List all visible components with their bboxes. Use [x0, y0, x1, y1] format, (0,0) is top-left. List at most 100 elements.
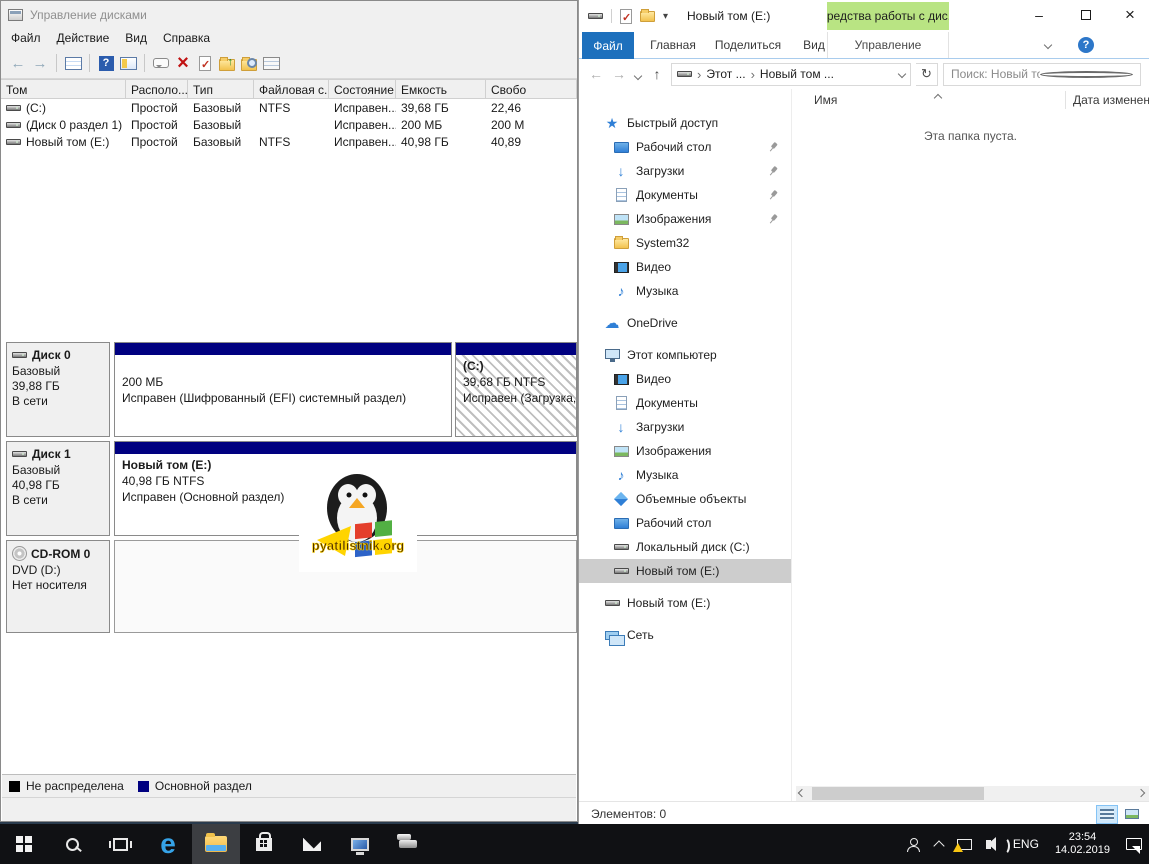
nav-system32[interactable]: System32 — [579, 231, 791, 255]
table-row[interactable]: (Диск 0 раздел 1) Простой Базовый Исправ… — [1, 116, 577, 133]
table-row[interactable]: Новый том (E:) Простой Базовый NTFS Испр… — [1, 133, 577, 150]
edge-button[interactable] — [144, 824, 192, 864]
column-status[interactable]: Состояние — [329, 80, 396, 98]
nav-pictures[interactable]: Изображения — [579, 439, 791, 463]
help-icon[interactable] — [95, 52, 117, 74]
start-button[interactable] — [0, 824, 48, 864]
forward-icon[interactable]: → — [610, 66, 628, 82]
close-button[interactable]: × — [1110, 0, 1149, 30]
back-icon[interactable]: ← — [587, 66, 605, 82]
task-view-button[interactable] — [96, 824, 144, 864]
nav-new-volume-e[interactable]: Новый том (E:) — [579, 591, 791, 615]
horizontal-scrollbar[interactable] — [796, 786, 1149, 801]
disk-1-label[interactable]: Диск 1 Базовый 40,98 ГБ В сети — [6, 441, 110, 536]
properties-icon[interactable] — [260, 52, 282, 74]
disk-0-label[interactable]: Диск 0 Базовый 39,88 ГБ В сети — [6, 342, 110, 437]
search-icon[interactable] — [1040, 71, 1133, 78]
address-bar[interactable]: › Этот ... › Новый том ... — [671, 63, 911, 86]
disk-management-button[interactable] — [384, 824, 432, 864]
column-divider[interactable] — [1065, 91, 1066, 109]
nav-new-volume-e-selected[interactable]: Новый том (E:) — [579, 559, 791, 583]
nav-documents[interactable]: Документы — [579, 183, 791, 207]
nav-documents[interactable]: Документы — [579, 391, 791, 415]
refresh-icon[interactable]: ↻ — [916, 63, 938, 86]
back-icon[interactable] — [7, 52, 29, 74]
nav-pictures[interactable]: Изображения — [579, 207, 791, 231]
tab-share[interactable]: Поделиться — [711, 32, 785, 58]
scroll-left-icon[interactable] — [798, 789, 806, 797]
computer-management-button[interactable] — [336, 824, 384, 864]
find-folder-icon[interactable] — [238, 52, 260, 74]
action-center-button[interactable] — [1119, 824, 1149, 864]
network-button[interactable] — [950, 824, 979, 864]
tray-overflow-button[interactable] — [928, 824, 950, 864]
nav-network[interactable]: Сеть — [579, 623, 791, 647]
nav-downloads[interactable]: Загрузки — [579, 159, 791, 183]
partition-c[interactable]: (C:) 39,68 ГБ NTFS Исправен (Загрузка, — [455, 342, 577, 437]
nav-3d-objects[interactable]: Объемные объекты — [579, 487, 791, 511]
scrollbar-thumb[interactable] — [812, 787, 984, 800]
column-filesystem[interactable]: Файловая с... — [254, 80, 329, 98]
column-free[interactable]: Свобо — [486, 80, 577, 98]
clock[interactable]: 23:54 14.02.2019 — [1046, 831, 1119, 857]
address-dropdown-icon[interactable] — [898, 70, 906, 78]
column-volume[interactable]: Том — [1, 80, 126, 98]
scroll-right-icon[interactable] — [1137, 789, 1145, 797]
breadcrumb-this-pc[interactable]: Этот ... — [706, 67, 745, 81]
up-icon[interactable]: ↑ — [648, 66, 666, 82]
column-capacity[interactable]: Емкость — [396, 80, 486, 98]
nav-music[interactable]: Музыка — [579, 279, 791, 303]
disk-management-titlebar[interactable]: Управление дисками — [1, 1, 577, 28]
nav-downloads[interactable]: Загрузки — [579, 415, 791, 439]
details-view-button[interactable] — [1096, 805, 1118, 824]
nav-desktop[interactable]: Рабочий стол — [579, 135, 791, 159]
nav-this-pc[interactable]: Этот компьютер — [579, 343, 791, 367]
tab-home[interactable]: Главная — [641, 32, 705, 58]
open-parent-folder-icon[interactable] — [216, 52, 238, 74]
tab-manage[interactable]: Управление — [827, 32, 949, 58]
nav-videos[interactable]: Видео — [579, 255, 791, 279]
cdrom-label[interactable]: CD-ROM 0 DVD (D:) Нет носителя — [6, 540, 110, 633]
column-name[interactable]: Имя — [814, 93, 837, 107]
tooltip-icon[interactable] — [150, 52, 172, 74]
table-row[interactable]: (C:) Простой Базовый NTFS Исправен... 39… — [1, 99, 577, 116]
nav-videos[interactable]: Видео — [579, 367, 791, 391]
explorer-titlebar[interactable]: ▾ Новый том (E:) Средства работы с дис..… — [579, 0, 1149, 32]
recent-locations-icon[interactable] — [633, 66, 643, 82]
mail-button[interactable] — [288, 824, 336, 864]
nav-desktop[interactable]: Рабочий стол — [579, 511, 791, 535]
column-layout[interactable]: Располо... — [126, 80, 188, 98]
delete-volume-icon[interactable] — [172, 52, 194, 74]
people-button[interactable] — [900, 824, 928, 864]
nav-music[interactable]: Музыка — [579, 463, 791, 487]
check-document-icon[interactable] — [194, 52, 216, 74]
minimize-button[interactable]: – — [1016, 0, 1062, 30]
forward-icon[interactable] — [29, 52, 51, 74]
breadcrumb-new-volume[interactable]: Новый том ... — [760, 67, 834, 81]
thumbnails-view-button[interactable] — [1121, 805, 1143, 824]
menu-help[interactable]: Справка — [155, 29, 218, 47]
new-folder-icon[interactable] — [640, 11, 655, 22]
console-window-icon[interactable] — [117, 52, 139, 74]
menu-view[interactable]: Вид — [117, 29, 155, 47]
menu-file[interactable]: Файл — [3, 29, 49, 47]
maximize-button[interactable] — [1063, 0, 1109, 30]
help-icon[interactable]: ? — [1078, 37, 1094, 53]
taskbar-search-button[interactable] — [48, 824, 96, 864]
menu-action[interactable]: Действие — [49, 29, 118, 47]
collapse-ribbon-icon[interactable] — [1044, 41, 1052, 49]
column-date-modified[interactable]: Дата изменени — [1073, 93, 1149, 107]
search-input[interactable]: Поиск: Новый том (E:) — [943, 63, 1141, 86]
show-console-tree-icon[interactable] — [62, 52, 84, 74]
drive-tools-contextual-tab[interactable]: Средства работы с дис... — [827, 2, 949, 30]
language-indicator[interactable]: ENG — [1006, 824, 1046, 864]
column-type[interactable]: Тип — [188, 80, 254, 98]
customize-qat-icon[interactable]: ▾ — [663, 11, 668, 22]
explorer-button[interactable] — [192, 824, 240, 864]
volume-button[interactable] — [979, 824, 1006, 864]
partition-efi[interactable]: 200 МБ Исправен (Шифрованный (EFI) систе… — [114, 342, 452, 437]
tab-file[interactable]: Файл — [582, 32, 634, 59]
nav-quick-access[interactable]: Быстрый доступ — [579, 111, 791, 135]
properties-icon[interactable] — [620, 9, 632, 24]
nav-local-disk-c[interactable]: Локальный диск (C:) — [579, 535, 791, 559]
